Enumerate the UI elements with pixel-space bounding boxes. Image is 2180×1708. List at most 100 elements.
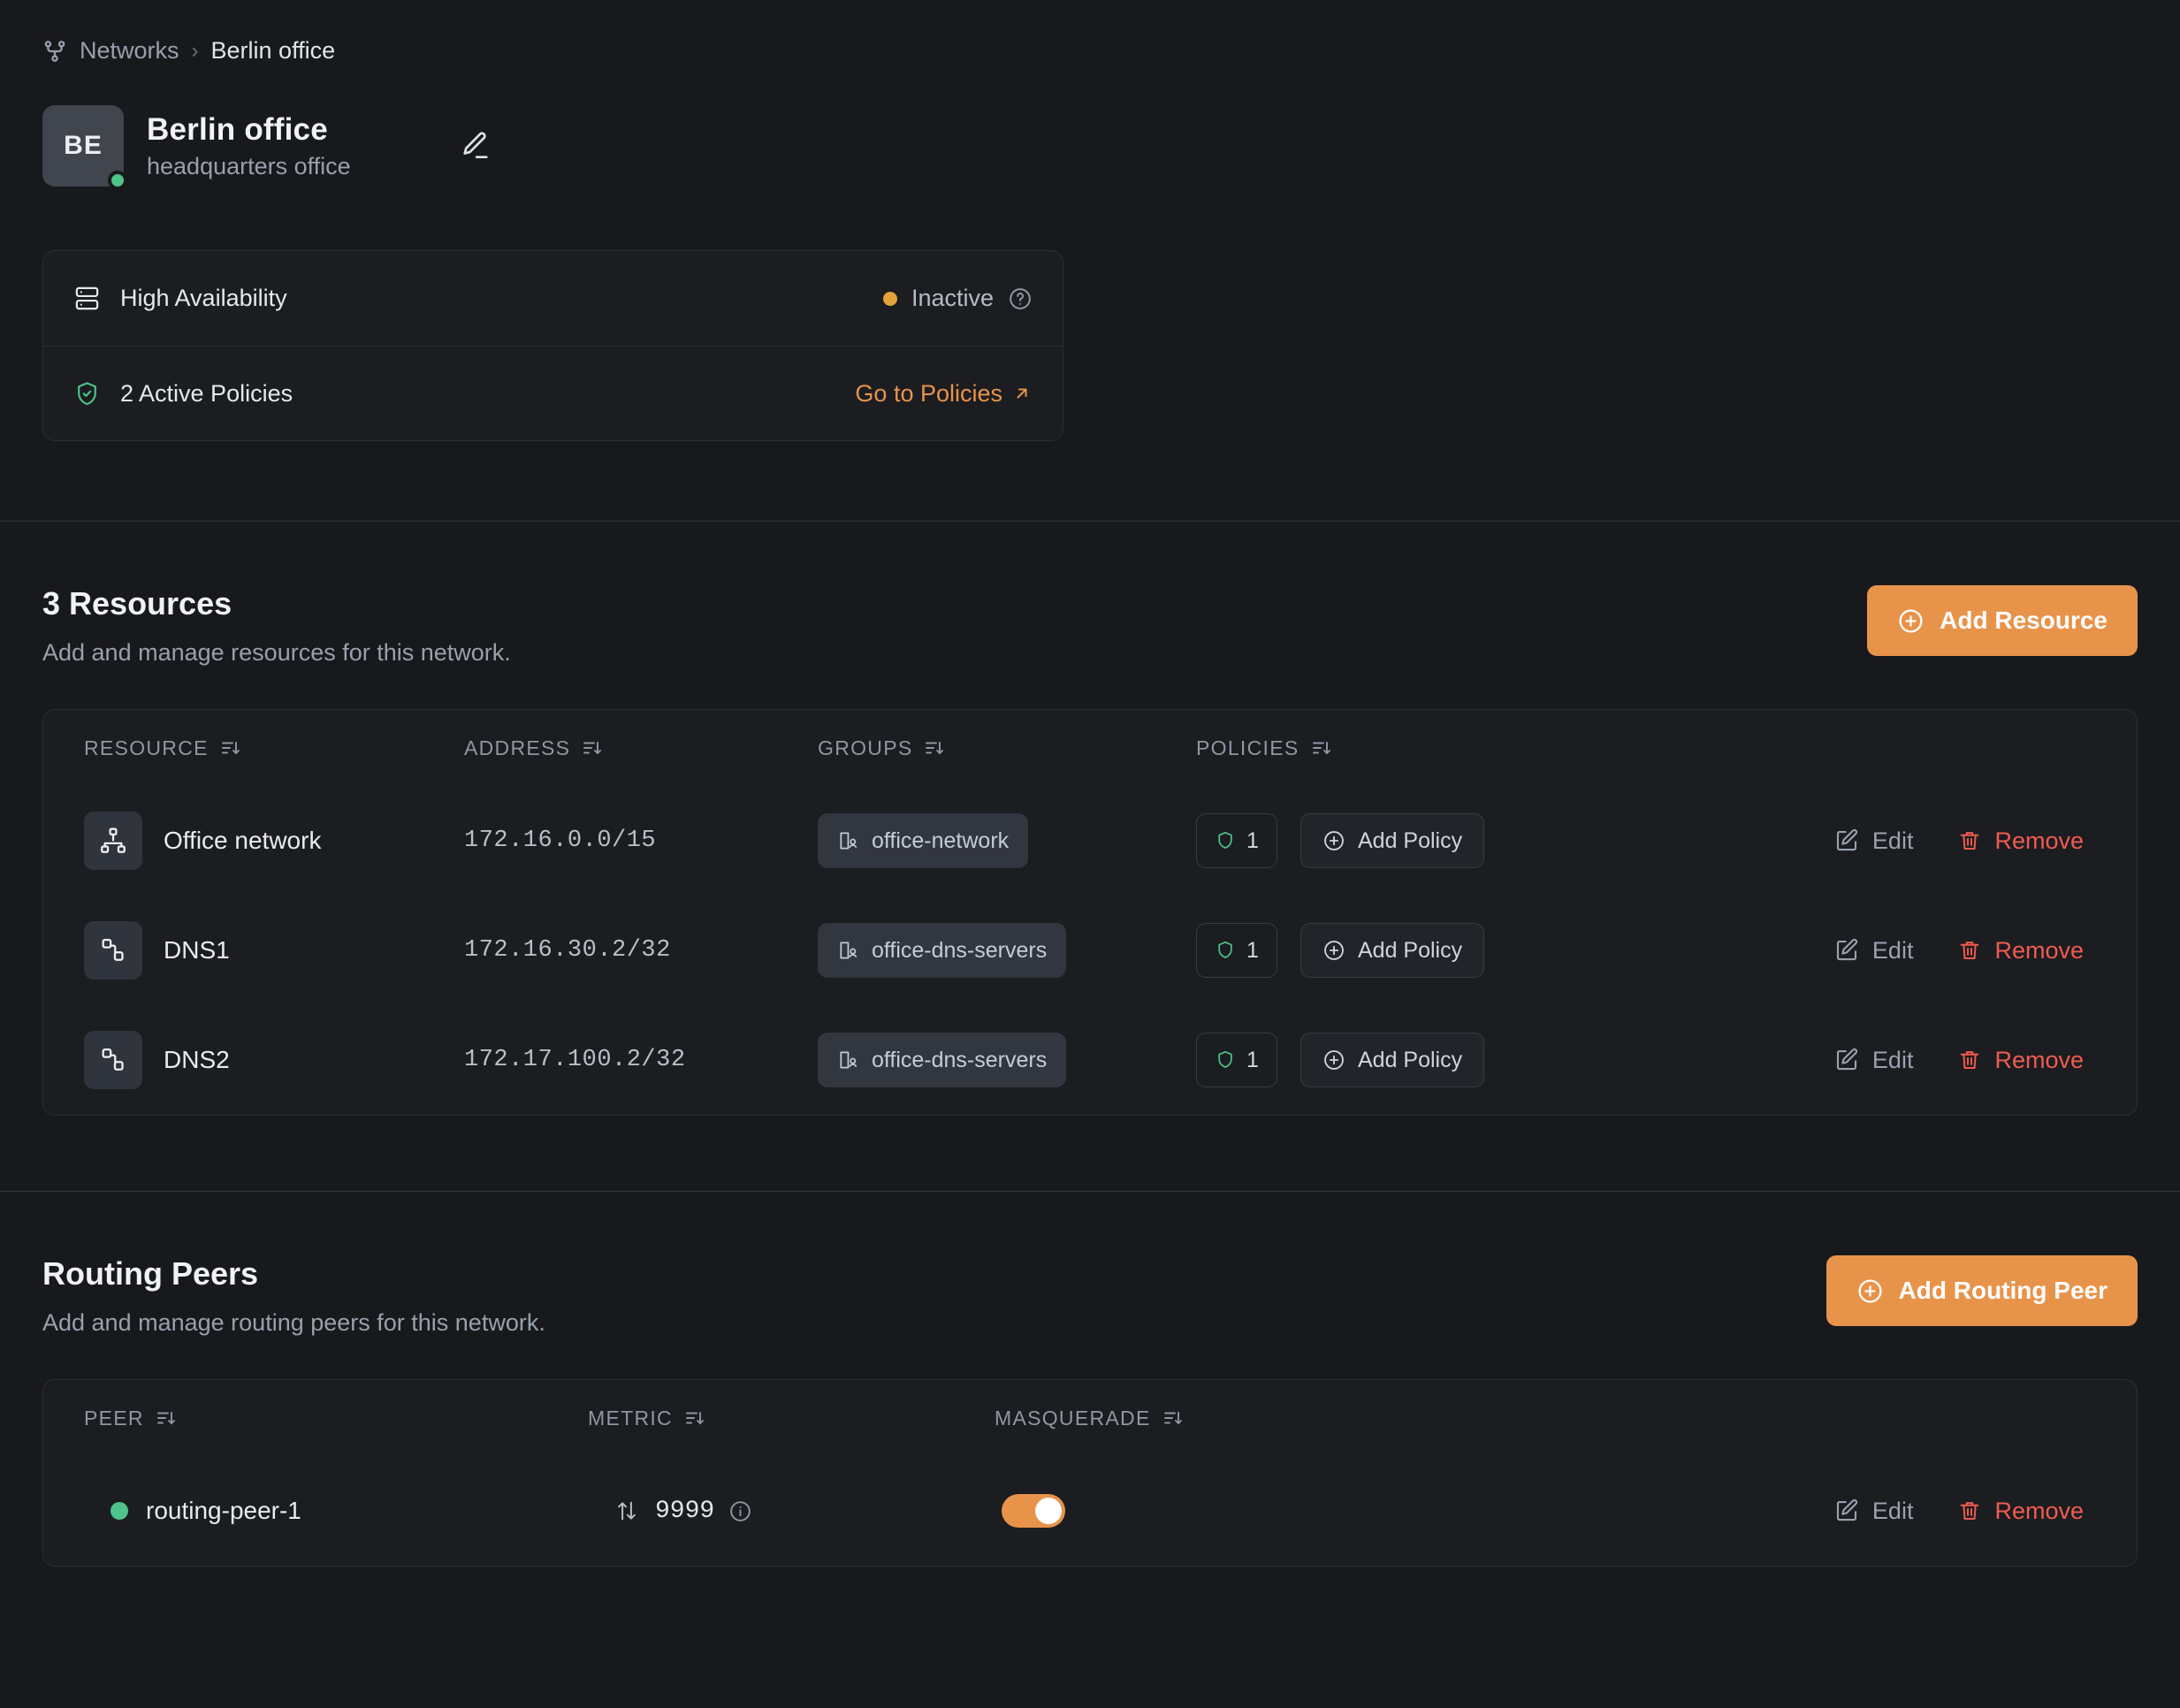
table-row[interactable]: DNS1 172.16.30.2/32 office-dns-servers	[43, 896, 2137, 1005]
column-header-resource[interactable]: RESOURCE	[84, 736, 241, 760]
add-resource-button[interactable]: Add Resource	[1867, 585, 2138, 656]
shield-check-icon	[73, 380, 101, 408]
add-routing-peer-button[interactable]: Add Routing Peer	[1826, 1255, 2138, 1326]
status-label-high-availability: High Availability	[120, 285, 287, 312]
network-detail-page: Networks › Berlin office BE Berlin offic…	[0, 0, 2180, 1708]
pencil-square-icon	[1833, 1498, 1860, 1524]
pencil-icon	[457, 129, 491, 163]
group-chip[interactable]: office-dns-servers	[818, 1033, 1066, 1087]
column-label-resource: RESOURCE	[84, 736, 209, 760]
remove-label: Remove	[1994, 1047, 2084, 1074]
breadcrumb-link-networks[interactable]: Networks	[80, 37, 179, 65]
edit-network-button[interactable]	[454, 126, 494, 166]
sort-icon	[924, 737, 945, 759]
policy-count-badge[interactable]: 1	[1196, 923, 1277, 978]
policy-count-badge[interactable]: 1	[1196, 1033, 1277, 1087]
column-header-groups[interactable]: GROUPS	[818, 736, 945, 760]
group-icon	[837, 1048, 860, 1071]
group-label: office-dns-servers	[872, 938, 1047, 964]
trash-icon	[1957, 1048, 1982, 1072]
resource-name: DNS1	[164, 936, 230, 965]
add-policy-label: Add Policy	[1358, 828, 1462, 854]
add-policy-button[interactable]: Add Policy	[1300, 923, 1484, 978]
question-circle-icon[interactable]	[1008, 286, 1033, 311]
resources-header: 3 Resources Add and manage resources for…	[42, 522, 2138, 667]
plus-circle-icon	[1322, 829, 1345, 852]
remove-resource-button[interactable]: Remove	[1957, 937, 2084, 965]
go-to-policies-link[interactable]: Go to Policies	[855, 380, 1033, 408]
column-header-policies[interactable]: POLICIES	[1196, 736, 1332, 760]
sort-icon	[156, 1407, 177, 1429]
policy-count-badge[interactable]: 1	[1196, 813, 1277, 868]
sort-icon	[1311, 737, 1332, 759]
toggle-knob	[1035, 1498, 1062, 1524]
status-label-active-policies: 2 Active Policies	[120, 380, 293, 408]
edit-label: Edit	[1872, 1047, 1914, 1074]
routing-peers-section: Routing Peers Add and manage routing pee…	[0, 1192, 2180, 1567]
edit-resource-button[interactable]: Edit	[1833, 937, 1914, 965]
page-title: Berlin office	[147, 112, 351, 148]
resources-table-header: RESOURCE ADDRESS	[43, 710, 2137, 786]
edit-peer-button[interactable]: Edit	[1833, 1498, 1914, 1525]
plus-circle-icon	[1322, 939, 1345, 962]
group-label: office-dns-servers	[872, 1048, 1047, 1073]
table-row[interactable]: DNS2 172.17.100.2/32 office-dns-servers	[43, 1005, 2137, 1115]
routing-peers-table: PEER METRIC	[42, 1379, 2138, 1567]
page-subtitle: headquarters office	[147, 153, 351, 180]
resource-name: Office network	[164, 827, 321, 855]
avatar: BE	[42, 105, 124, 187]
avatar-status-dot	[108, 171, 127, 190]
status-badge: Inactive	[911, 285, 994, 312]
sort-icon	[684, 1407, 705, 1429]
edit-label: Edit	[1872, 937, 1914, 965]
column-header-metric[interactable]: METRIC	[588, 1407, 705, 1430]
peer-name: routing-peer-1	[146, 1497, 301, 1525]
routing-peers-description: Add and manage routing peers for this ne…	[42, 1309, 545, 1337]
add-policy-label: Add Policy	[1358, 938, 1462, 964]
resources-table: RESOURCE ADDRESS	[42, 709, 2138, 1116]
sort-icon	[220, 737, 241, 759]
add-policy-button[interactable]: Add Policy	[1300, 1033, 1484, 1087]
group-label: office-network	[872, 828, 1009, 854]
resources-section: 3 Resources Add and manage resources for…	[0, 522, 2180, 1116]
routing-peers-header: Routing Peers Add and manage routing pee…	[42, 1192, 2138, 1337]
add-policy-button[interactable]: Add Policy	[1300, 813, 1484, 868]
shield-icon	[1215, 830, 1236, 851]
masquerade-toggle[interactable]	[1002, 1494, 1065, 1528]
trash-icon	[1957, 828, 1982, 853]
pencil-square-icon	[1833, 827, 1860, 854]
host-icon	[84, 1031, 142, 1089]
table-row[interactable]: Office network 172.16.0.0/15 office-netw…	[43, 786, 2137, 896]
remove-resource-button[interactable]: Remove	[1957, 1047, 2084, 1074]
network-tree-icon	[84, 812, 142, 870]
edit-resource-button[interactable]: Edit	[1833, 1047, 1914, 1074]
edit-resource-button[interactable]: Edit	[1833, 827, 1914, 855]
remove-resource-button[interactable]: Remove	[1957, 827, 2084, 855]
peer-status-dot	[111, 1502, 128, 1520]
group-chip[interactable]: office-network	[818, 813, 1028, 868]
peer-metric: 9999	[655, 1498, 714, 1525]
sort-icon	[582, 737, 603, 759]
remove-label: Remove	[1994, 827, 2084, 855]
column-label-masquerade: MASQUERADE	[995, 1407, 1151, 1430]
group-icon	[837, 829, 860, 852]
go-to-policies-label: Go to Policies	[855, 380, 1002, 408]
edit-label: Edit	[1872, 827, 1914, 855]
column-label-metric: METRIC	[588, 1407, 673, 1430]
status-row-high-availability: High Availability Inactive	[43, 251, 1063, 346]
column-header-peer[interactable]: PEER	[84, 1407, 177, 1430]
remove-peer-button[interactable]: Remove	[1957, 1498, 2084, 1525]
add-routing-peer-label: Add Routing Peer	[1899, 1277, 2108, 1305]
trash-icon	[1957, 1498, 1982, 1523]
breadcrumb-separator: ›	[192, 39, 199, 64]
pencil-square-icon	[1833, 1047, 1860, 1073]
routing-peers-table-header: PEER METRIC	[43, 1380, 2137, 1456]
arrow-up-right-icon	[1011, 383, 1033, 404]
info-circle-icon[interactable]	[728, 1499, 752, 1523]
column-header-address[interactable]: ADDRESS	[464, 736, 603, 760]
group-chip[interactable]: office-dns-servers	[818, 923, 1066, 978]
column-header-masquerade[interactable]: MASQUERADE	[995, 1407, 1184, 1430]
resources-title: 3 Resources	[42, 585, 511, 622]
table-row[interactable]: routing-peer-1 9999	[43, 1456, 2137, 1566]
git-fork-icon	[42, 38, 67, 65]
